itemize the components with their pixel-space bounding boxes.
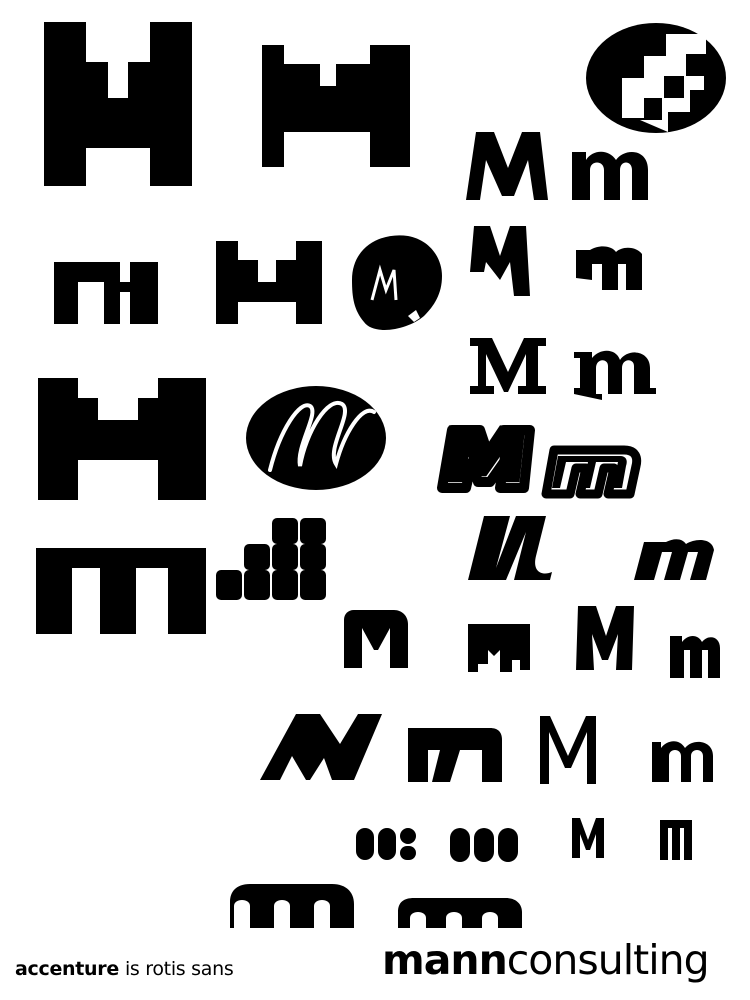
outlined-M [437,425,535,493]
serif-M [470,338,546,394]
geometric-M [260,714,382,780]
arch-m-1 [230,884,354,928]
rounded-M [344,610,408,668]
condensed-m [660,820,692,860]
oval-script-m [246,386,386,490]
pill-m-1 [356,828,416,860]
pixel-M-medium [262,45,410,167]
pixel-m-wide [36,548,206,634]
circle-step-mark [586,23,726,133]
logo-poster [36,22,726,928]
pixel-M-tall [38,378,206,500]
accenture-wordmark: accenture [15,958,119,980]
sans-M [466,132,548,200]
pixel-M-small [216,241,322,324]
pixel-M-large [44,22,192,186]
brush-circle-m [352,235,442,330]
drip-m [468,624,530,672]
serif-m [574,350,656,400]
pixel-m-small [54,262,158,324]
accenture-caption-text: is rotis sans [124,958,234,980]
condensed-M [572,818,604,858]
rough-M [576,606,634,670]
sans-m [572,151,648,200]
outlined-m [541,445,642,499]
wordmark-consulting: consulting [506,936,710,984]
light-m [652,741,713,782]
wordmark-mann: mann [382,936,508,984]
pill-m-2 [450,828,518,862]
accenture-caption: accenture is rotis sans [15,958,234,980]
mannconsulting-wordmark: mannconsulting [382,940,710,981]
italic-slab-M [468,516,552,580]
italic-slab-m [634,539,714,580]
rough-m [670,636,720,678]
arch-m-2 [398,898,522,928]
rounded-block-stairs [216,518,326,600]
angular-M [470,226,530,296]
geometric-m [408,728,502,782]
light-M [540,716,596,784]
angular-m [576,246,642,290]
